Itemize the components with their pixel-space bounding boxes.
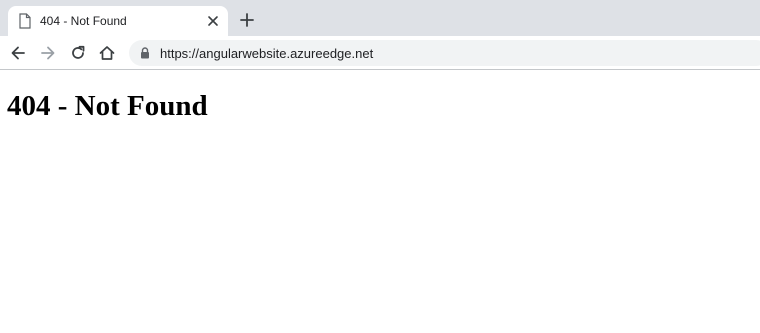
plus-icon[interactable] bbox=[238, 11, 256, 29]
arrow-left-icon[interactable] bbox=[9, 44, 27, 62]
document-icon bbox=[19, 13, 31, 29]
home-icon[interactable] bbox=[98, 44, 116, 62]
browser-tab[interactable]: 404 - Not Found bbox=[8, 6, 228, 36]
address-bar[interactable]: https://angularwebsite.azureedge.net bbox=[129, 40, 760, 66]
tab-strip: 404 - Not Found bbox=[0, 0, 760, 36]
arrow-right-icon[interactable] bbox=[39, 44, 57, 62]
url-text[interactable]: https://angularwebsite.azureedge.net bbox=[160, 46, 373, 61]
browser-toolbar: https://angularwebsite.azureedge.net bbox=[0, 36, 760, 70]
lock-icon[interactable] bbox=[140, 47, 150, 59]
reload-icon[interactable] bbox=[69, 44, 87, 62]
page-title: 404 - Not Found bbox=[7, 90, 208, 122]
tab-title: 404 - Not Found bbox=[40, 14, 127, 28]
close-icon[interactable] bbox=[206, 14, 220, 28]
page-content: 404 - Not Found bbox=[0, 71, 760, 333]
